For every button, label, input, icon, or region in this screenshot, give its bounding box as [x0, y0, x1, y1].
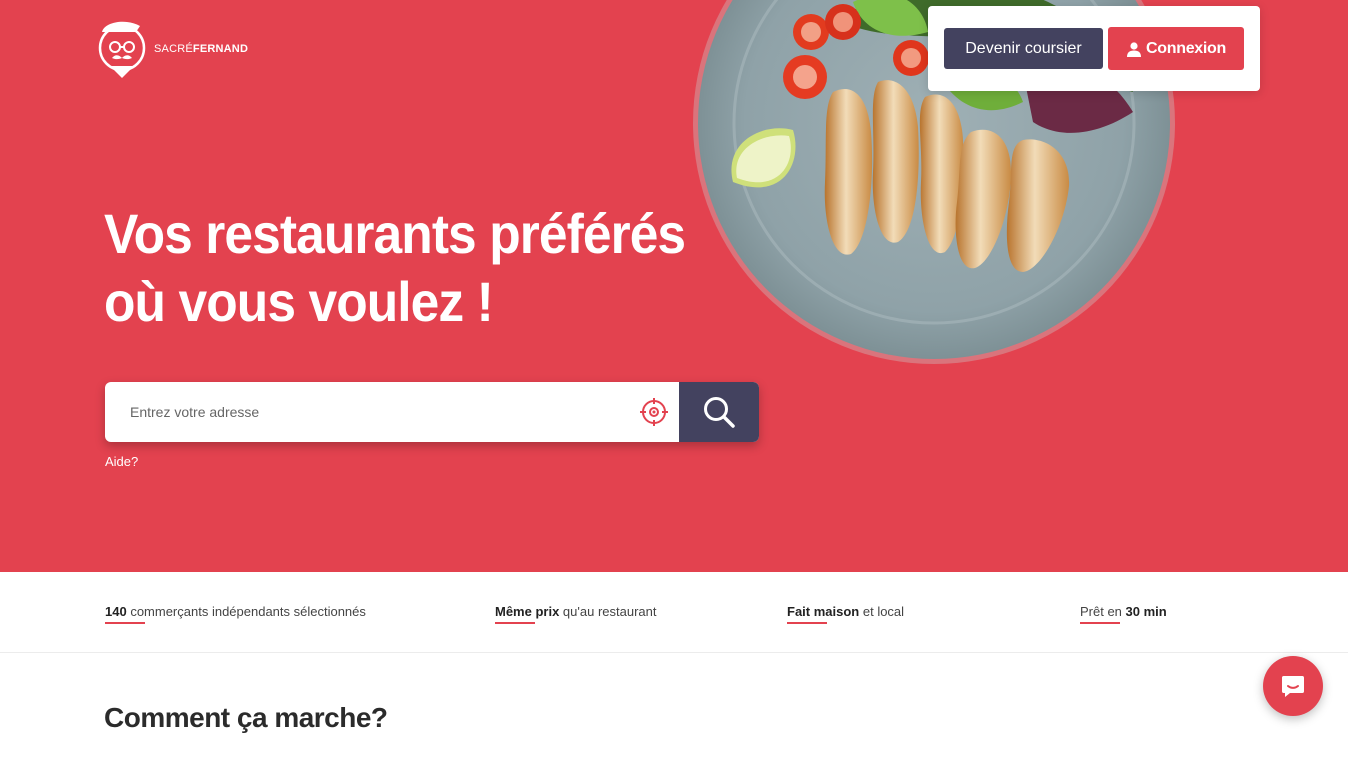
feature-item: Fait maison et local — [787, 604, 904, 624]
logo[interactable]: SACRÉFERNAND — [96, 18, 248, 80]
feature-item: Prêt en 30 min — [1080, 604, 1167, 624]
geolocate-icon[interactable] — [639, 397, 669, 427]
features-bar: 140 commerçants indépendants sélectionné… — [0, 572, 1348, 653]
connexion-button[interactable]: Connexion — [1108, 27, 1244, 70]
logo-text: SACRÉFERNAND — [154, 43, 249, 55]
hero-line-2: où vous voulez ! — [104, 270, 494, 333]
hero-line-1: Vos restaurants préférés — [104, 202, 686, 265]
devenir-coursier-button[interactable]: Devenir coursier — [944, 28, 1103, 69]
search-icon — [704, 397, 735, 428]
search-button[interactable] — [679, 382, 759, 442]
feature-underline — [495, 622, 535, 624]
feature-underline — [105, 622, 145, 624]
hero-section: SACRÉFERNAND Devenir coursier Connexion … — [0, 0, 1348, 572]
feature-item: Même prix qu'au restaurant — [495, 604, 656, 624]
user-icon — [1127, 41, 1142, 57]
feature-item: 140 commerçants indépendants sélectionné… — [105, 604, 366, 624]
section-title: Comment ça marche? — [104, 702, 388, 733]
chat-bubble-icon — [1282, 676, 1304, 697]
feature-underline — [787, 622, 827, 624]
help-link[interactable]: Aide? — [105, 454, 138, 469]
address-search-bar — [105, 382, 759, 442]
feature-underline — [1080, 622, 1120, 624]
connexion-label: Connexion — [1146, 39, 1226, 57]
hero-headline: Vos restaurants préférés où vous voulez … — [104, 200, 686, 336]
chat-button[interactable] — [1263, 656, 1323, 716]
address-input[interactable] — [105, 382, 679, 442]
top-nav: Devenir coursier Connexion — [928, 6, 1260, 91]
mascot-logo-icon — [98, 21, 146, 78]
